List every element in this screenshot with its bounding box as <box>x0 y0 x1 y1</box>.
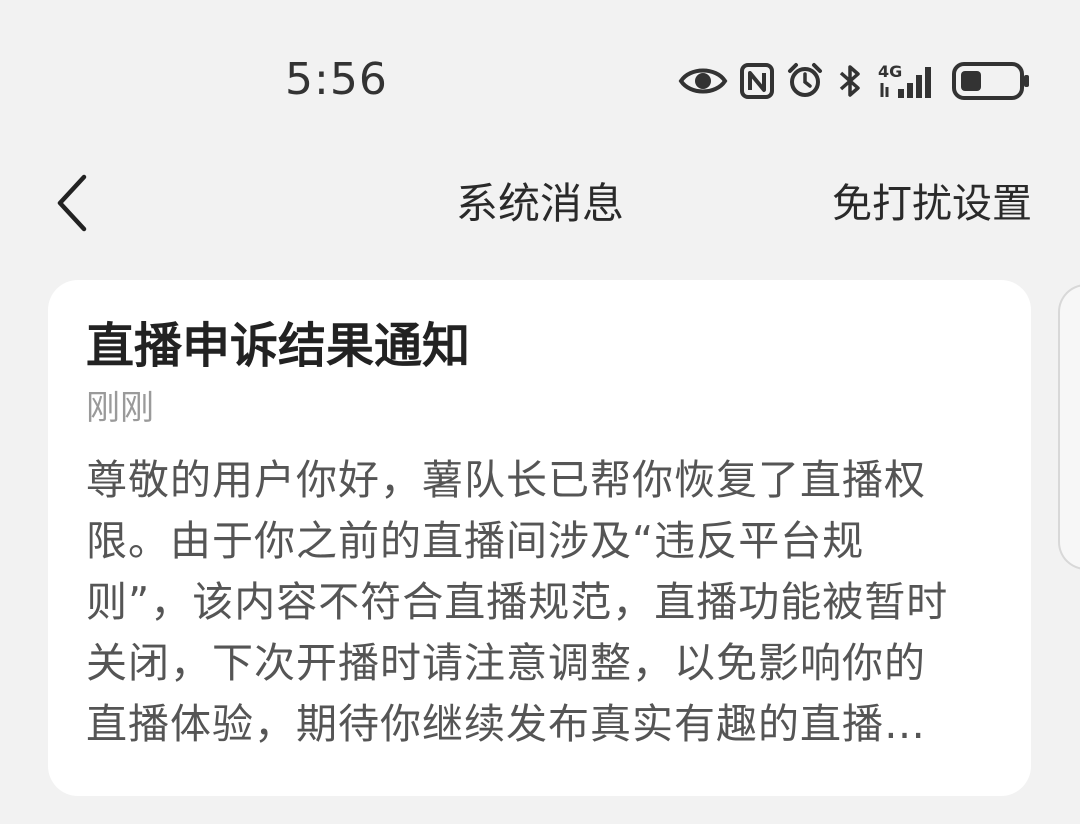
nfc-icon <box>740 63 774 99</box>
alarm-icon <box>786 62 824 100</box>
nav-bar: 系统消息 免打扰设置 <box>0 160 1080 250</box>
status-bar: 5:56 4G <box>0 0 1080 160</box>
dnd-settings-button[interactable]: 免打扰设置 <box>832 176 1032 232</box>
message-time: 刚刚 <box>86 388 154 428</box>
svg-text:4G: 4G <box>878 62 902 81</box>
eye-icon <box>678 63 728 99</box>
status-icons: 4G <box>678 58 1032 104</box>
signal-4g-icon: 4G <box>876 61 940 101</box>
status-time: 5:56 <box>285 54 388 105</box>
bluetooth-icon <box>836 62 864 100</box>
next-card-peek[interactable] <box>1058 284 1080 570</box>
message-body: 尊敬的用户你好，薯队长已帮你恢复了直播权限。由于你之前的直播间涉及“违反平台规则… <box>86 456 949 748</box>
message-title: 直播申诉结果通知 <box>86 318 471 374</box>
message-card[interactable]: 直播申诉结果通知 刚刚 尊敬的用户你好，薯队长已帮你恢复了直播权限。由于你之前的… <box>48 280 1031 796</box>
battery-icon <box>952 61 1032 101</box>
